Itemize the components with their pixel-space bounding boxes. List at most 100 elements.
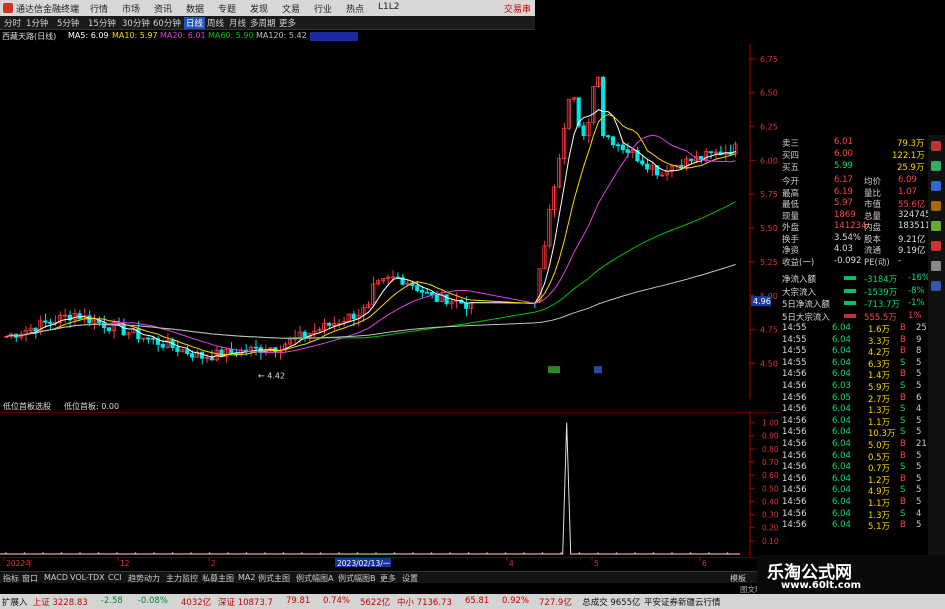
indicator-dot: [245, 552, 248, 554]
tick-side: B: [900, 497, 906, 507]
indicator-name: 低位首板选股: [3, 402, 51, 411]
menu-item[interactable]: 行业: [314, 2, 332, 15]
tf-tab-active[interactable]: 日线: [184, 17, 206, 29]
tf-tab[interactable]: 周线: [207, 17, 224, 29]
stat-value: 1869: [834, 209, 856, 220]
tf-tab[interactable]: 1分钟: [26, 17, 48, 29]
grid-icon[interactable]: [931, 221, 941, 231]
ma-legend: 西藏天路(日线) MA5: 6.09 MA10: 5.97 MA20: 6.01…: [0, 31, 535, 43]
tab[interactable]: 例式幅图A: [296, 573, 333, 584]
indicator-dot: [60, 552, 63, 554]
flow-value: -3184万: [864, 275, 898, 285]
tf-tab[interactable]: 5分钟: [57, 17, 79, 29]
tick-price: 6.04: [832, 462, 851, 473]
ma5-label: MA5: 6.09: [68, 31, 109, 40]
tab[interactable]: 更多: [380, 573, 396, 584]
info-icon[interactable]: [931, 201, 941, 211]
ma20-label: MA20: 6.01: [160, 31, 206, 40]
indicator-tick-label: 0.10: [762, 537, 779, 546]
tick-row: 14:55 6.04 1.6万 B 25: [780, 323, 930, 335]
menu-item[interactable]: 市场: [122, 2, 140, 15]
candle-body: [620, 144, 625, 151]
tab[interactable]: MA2: [238, 573, 255, 582]
user-icon[interactable]: [931, 281, 941, 291]
tab[interactable]: 设置: [402, 573, 418, 584]
x-tick-label: 5: [594, 559, 599, 568]
candle-body: [253, 346, 258, 349]
tab[interactable]: CCI: [108, 573, 122, 582]
candle-body: [640, 160, 645, 165]
tab[interactable]: 主力监控: [166, 573, 198, 584]
tick-price: 6.04: [832, 520, 851, 531]
stat-label: 外盘: [782, 223, 800, 233]
tick-row: 14:56 6.04 0.7万 S 5: [780, 462, 930, 474]
tick-count: 5: [916, 450, 922, 461]
tab[interactable]: 例式幅图B: [338, 573, 376, 584]
price-tick-label: 6.00: [760, 156, 778, 165]
candle-body: [150, 337, 156, 340]
indicator-dot: [449, 552, 451, 554]
tick-count: 9: [916, 334, 922, 345]
status-item: 0.74%: [323, 596, 351, 606]
stat-value: 1.07: [898, 186, 917, 197]
order-row: 买五 5.99 25.9万: [780, 161, 930, 173]
template-tab[interactable]: 模板: [730, 573, 746, 584]
tab[interactable]: 窗口: [22, 573, 38, 584]
tf-tab[interactable]: 分时: [4, 17, 21, 29]
stat-label: 均价: [864, 177, 882, 187]
tf-tab[interactable]: 60分钟: [153, 17, 181, 29]
tf-tab[interactable]: 30分钟: [122, 17, 150, 29]
list-icon[interactable]: [931, 181, 941, 191]
menu-item[interactable]: L1L2: [378, 2, 399, 12]
tick-side: B: [900, 334, 906, 345]
candle-body: [302, 331, 307, 338]
indicator-dot: [560, 552, 562, 554]
tick-count: 5: [916, 485, 922, 496]
trade-button[interactable]: 交易串: [504, 2, 531, 15]
status-bar: 扩展入 上证 3228.83 -2.58 -0.08% 4032亿 深证 10873.7…: [0, 594, 945, 609]
tf-tab[interactable]: 更多: [279, 17, 296, 29]
tab[interactable]: 指标: [3, 573, 19, 584]
kline-price-axis: 6.756.506.256.005.755.505.255.004.754.50…: [750, 55, 778, 368]
tab[interactable]: VOL-TDX: [70, 573, 105, 582]
tick-price: 6.04: [832, 415, 851, 426]
tab[interactable]: MACD: [44, 573, 68, 582]
menu-item[interactable]: 热点: [346, 2, 364, 15]
tab[interactable]: 例式主图: [258, 573, 290, 584]
tf-tab[interactable]: 15分钟: [88, 17, 116, 29]
tab[interactable]: 私募主图: [202, 573, 234, 584]
chart-icon[interactable]: [931, 161, 941, 171]
tick-side: S: [900, 427, 906, 438]
indicator-dot: [708, 552, 710, 554]
menu-item[interactable]: 数据: [186, 2, 204, 15]
tf-tab[interactable]: 月线: [229, 17, 246, 29]
tick-row: 14:56 6.04 4.9万 S 5: [780, 485, 930, 497]
menu-item[interactable]: 文易: [282, 2, 300, 15]
indicator-line: [0, 422, 740, 555]
stat-value: 5.97: [834, 198, 853, 208]
kline-chart[interactable]: ← 4.42 6.756.506.256.005.755.505.255.004…: [0, 44, 780, 399]
tab[interactable]: 趋势动力: [128, 573, 160, 584]
menu-item[interactable]: 资讯: [154, 2, 172, 15]
close-icon[interactable]: [931, 141, 941, 151]
stat-row: 净资 4.03 流通 9.19亿: [780, 244, 930, 256]
tick-volume: 0.5万: [868, 452, 891, 463]
indicator-dot: [486, 552, 488, 554]
status-item: 0.92%: [502, 596, 530, 606]
flow-row: 5日大宗流入 555.5万 1%: [780, 311, 930, 323]
indicator-dot: [541, 552, 544, 554]
stat-value: -0.092: [834, 255, 862, 266]
order-row: 卖三 6.01 79.3万: [780, 137, 930, 149]
indicator-dot: [264, 552, 266, 554]
indicator-chart[interactable]: 1.00 0.90 0.80 0.70 0.60 0.50 0.40 0.30 0.20 0.10: [0, 412, 780, 558]
settings-icon[interactable]: [931, 261, 941, 271]
watermark: 乐淘公式网 www.60lt.com: [757, 555, 945, 595]
flag-icon[interactable]: [931, 241, 941, 251]
side-toolbar: [928, 135, 945, 555]
menu-item[interactable]: 专题: [218, 2, 236, 15]
menu-item[interactable]: 行情: [90, 2, 108, 15]
tf-tab[interactable]: 多周期: [250, 17, 276, 29]
indicator-dot: [42, 552, 44, 554]
flow-bar: [844, 313, 856, 318]
menu-item[interactable]: 发现: [250, 2, 268, 15]
